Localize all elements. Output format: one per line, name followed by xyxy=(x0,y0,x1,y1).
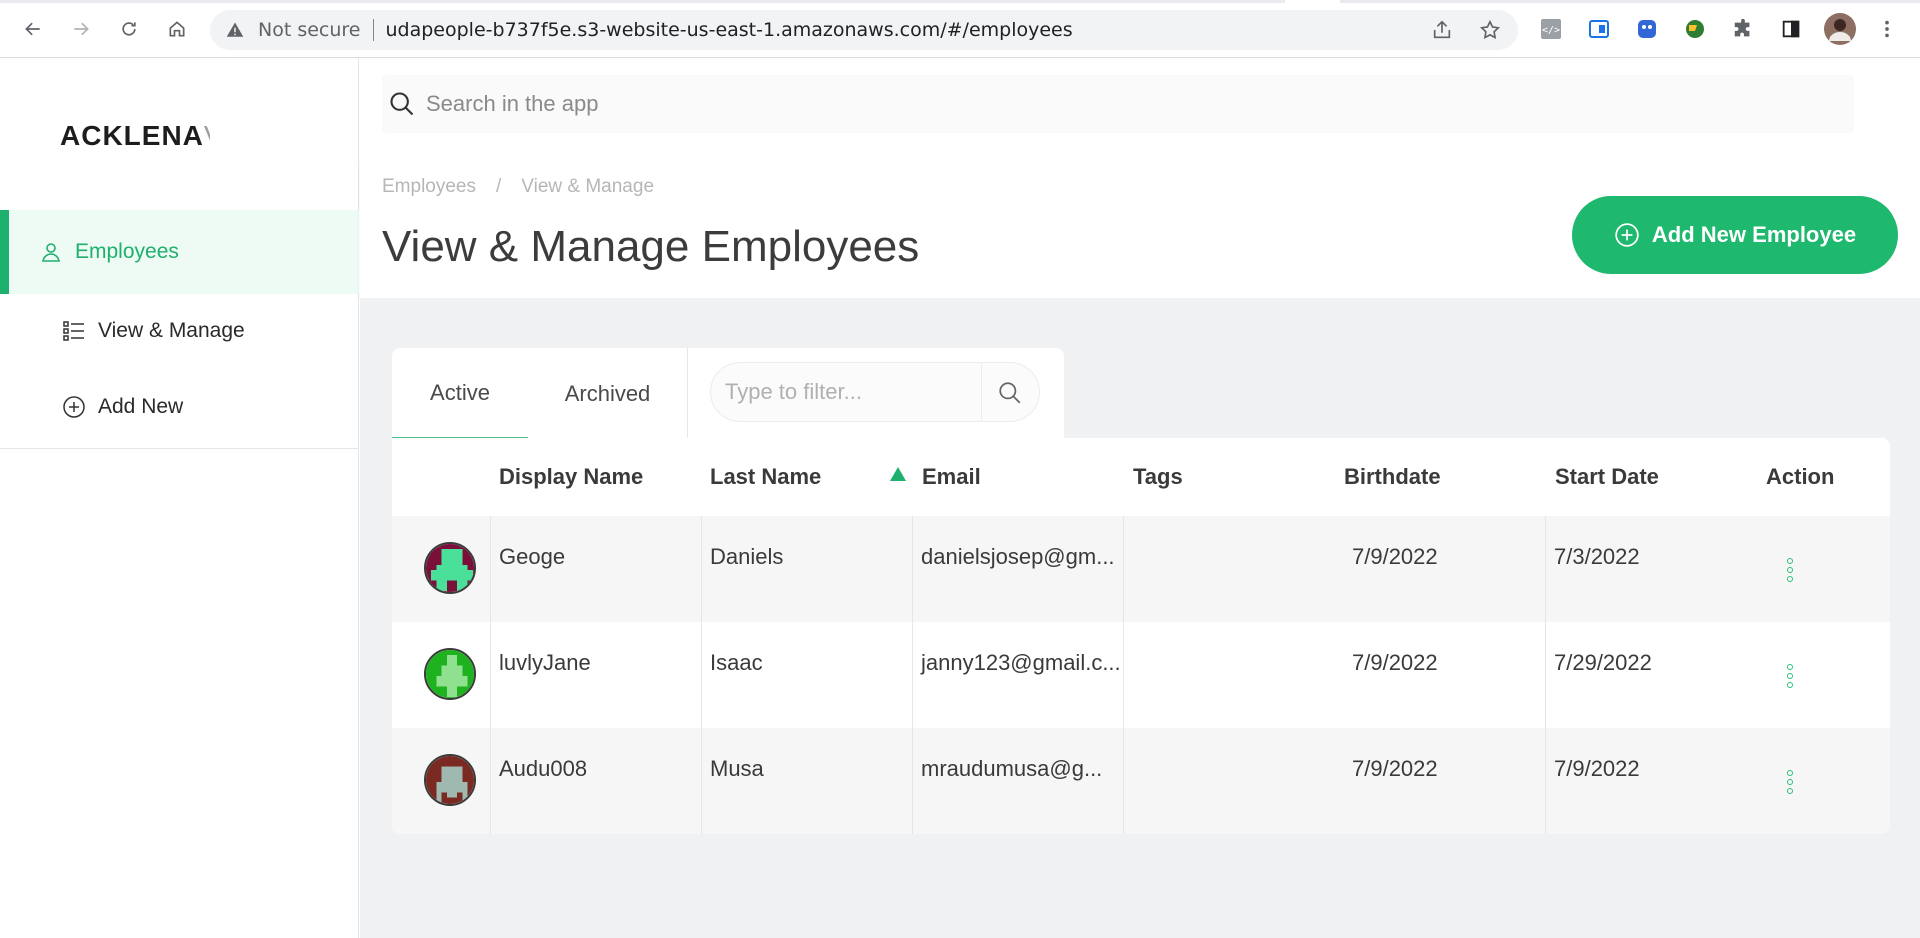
sidebar-item-label: View & Manage xyxy=(98,319,245,342)
sidebar-item-label: Add New xyxy=(98,395,184,418)
app-logo[interactable]: ACKLENAV xyxy=(60,120,210,152)
cell-birthdate: 7/9/2022 xyxy=(1352,544,1438,569)
row-actions-icon[interactable] xyxy=(1787,558,1797,588)
cell-start-date: 7/29/2022 xyxy=(1545,622,1756,728)
breadcrumb: Employees / View & Manage xyxy=(382,176,654,198)
search-icon[interactable] xyxy=(997,380,1023,406)
sidebar: ACKLENAV Employees View & Manage Add New xyxy=(0,58,359,938)
app-search[interactable] xyxy=(382,75,1854,133)
column-tags[interactable]: Tags xyxy=(1133,438,1183,516)
sidebar-item-employees[interactable]: Employees xyxy=(0,210,359,294)
table-filter xyxy=(710,362,1040,422)
breadcrumb-view-manage[interactable]: View & Manage xyxy=(521,176,654,198)
cell-display-name: Audu008 xyxy=(490,728,701,834)
cell-tags xyxy=(1123,622,1334,728)
column-display-name[interactable]: Display Name xyxy=(499,438,643,516)
add-new-employee-button[interactable]: Add New Employee xyxy=(1572,196,1898,274)
address-bar[interactable]: Not secure udapeople-b737f5e.s3-website-… xyxy=(210,10,1518,50)
row-actions-icon[interactable] xyxy=(1787,770,1797,800)
cell-tags xyxy=(1123,728,1334,834)
table-row[interactable]: luvlyJane Isaac janny123@gmail.c... 7/9/… xyxy=(392,622,1890,728)
add-button-label: Add New Employee xyxy=(1651,222,1857,247)
breadcrumb-separator: / xyxy=(496,176,502,197)
cell-tags xyxy=(1123,516,1334,622)
sidebar-item-view-manage[interactable]: View & Manage xyxy=(0,296,359,366)
cell-display-name: Geoge xyxy=(490,516,701,622)
filter-separator xyxy=(981,363,982,421)
extensions-puzzle-icon[interactable] xyxy=(1730,16,1756,42)
column-start-date[interactable]: Start Date xyxy=(1555,438,1659,516)
app-search-input[interactable] xyxy=(426,91,1726,117)
cell-last-name: Musa xyxy=(701,728,912,834)
plus-circle-icon xyxy=(63,396,85,418)
back-icon[interactable] xyxy=(18,14,48,44)
table-row[interactable]: Audu008 Musa mraudumusa@g... 7/9/2022 7/… xyxy=(392,728,1890,834)
globe-extension-icon[interactable] xyxy=(1682,16,1708,42)
warning-icon xyxy=(226,22,244,37)
app-topbar xyxy=(360,58,1920,160)
bookmark-star-icon[interactable] xyxy=(1478,18,1502,42)
browser-toolbar: Not secure udapeople-b737f5e.s3-website-… xyxy=(0,0,1920,58)
breadcrumb-employees[interactable]: Employees xyxy=(382,176,476,198)
column-birthdate[interactable]: Birthdate xyxy=(1344,438,1441,516)
cell-email: janny123@gmail.c... xyxy=(912,622,1123,728)
column-email[interactable]: Email xyxy=(922,438,981,516)
reader-extension-icon[interactable] xyxy=(1586,16,1612,42)
side-panel-icon[interactable] xyxy=(1778,16,1804,42)
main-content: Active Archived Display Name Last Name E… xyxy=(360,298,1920,938)
tab-strip xyxy=(0,0,1920,4)
cell-display-name: luvlyJane xyxy=(490,622,701,728)
avatar xyxy=(424,542,476,594)
avatar xyxy=(424,754,476,806)
tab-label: Active xyxy=(430,379,490,405)
search-icon xyxy=(390,92,414,116)
list-icon xyxy=(63,321,84,341)
sort-ascending-icon[interactable] xyxy=(890,467,906,481)
cell-start-date: 7/9/2022 xyxy=(1545,728,1756,834)
profile-avatar[interactable] xyxy=(1824,13,1856,45)
plus-circle-icon xyxy=(1615,223,1639,247)
url-text[interactable]: udapeople-b737f5e.s3-website-us-east-1.a… xyxy=(386,19,1073,41)
security-label: Not secure xyxy=(258,19,361,41)
forward-icon[interactable] xyxy=(66,14,96,44)
cell-birthdate: 7/9/2022 xyxy=(1352,756,1438,781)
page-header: Employees / View & Manage View & Manage … xyxy=(360,160,1920,298)
sidebar-item-label: Employees xyxy=(75,240,179,263)
filter-input[interactable] xyxy=(725,379,965,405)
tabs-divider xyxy=(687,348,688,440)
cell-birthdate: 7/9/2022 xyxy=(1352,650,1438,675)
omnibox-separator xyxy=(372,19,374,41)
row-actions-icon[interactable] xyxy=(1787,664,1797,694)
avatar xyxy=(424,648,476,700)
sidebar-item-add-new[interactable]: Add New xyxy=(0,372,359,442)
cell-start-date: 7/3/2022 xyxy=(1545,516,1756,622)
home-icon[interactable] xyxy=(162,14,192,44)
svg-text:</>: </> xyxy=(1542,25,1560,36)
menu-kebab-icon[interactable] xyxy=(1874,16,1900,42)
tab-archived[interactable]: Archived xyxy=(528,348,687,440)
logo-text: ACKLENA xyxy=(60,120,204,151)
column-action: Action xyxy=(1766,464,1835,489)
share-icon[interactable] xyxy=(1430,18,1454,42)
table-row[interactable]: Geoge Daniels danielsjosep@gm... 7/9/202… xyxy=(392,516,1890,622)
cell-last-name: Daniels xyxy=(701,516,912,622)
reload-icon[interactable] xyxy=(114,14,144,44)
devtools-extension-icon[interactable]: </> xyxy=(1538,16,1564,42)
tab-label: Archived xyxy=(564,381,651,406)
page-title: View & Manage Employees xyxy=(382,222,920,271)
column-last-name[interactable]: Last Name xyxy=(710,438,821,516)
logo-text-fade: V xyxy=(204,120,210,151)
sidebar-divider xyxy=(0,448,359,449)
cell-email: mraudumusa@g... xyxy=(912,728,1123,834)
table-header: Display Name Last Name Email Tags Birthd… xyxy=(392,438,1890,516)
employees-table: Display Name Last Name Email Tags Birthd… xyxy=(392,438,1890,834)
tabs-bar: Active Archived xyxy=(392,348,1064,440)
face-extension-icon[interactable] xyxy=(1634,16,1660,42)
cell-last-name: Isaac xyxy=(701,622,912,728)
user-icon xyxy=(42,243,60,262)
tab-active[interactable]: Active xyxy=(392,348,528,440)
cell-email: danielsjosep@gm... xyxy=(912,516,1123,622)
